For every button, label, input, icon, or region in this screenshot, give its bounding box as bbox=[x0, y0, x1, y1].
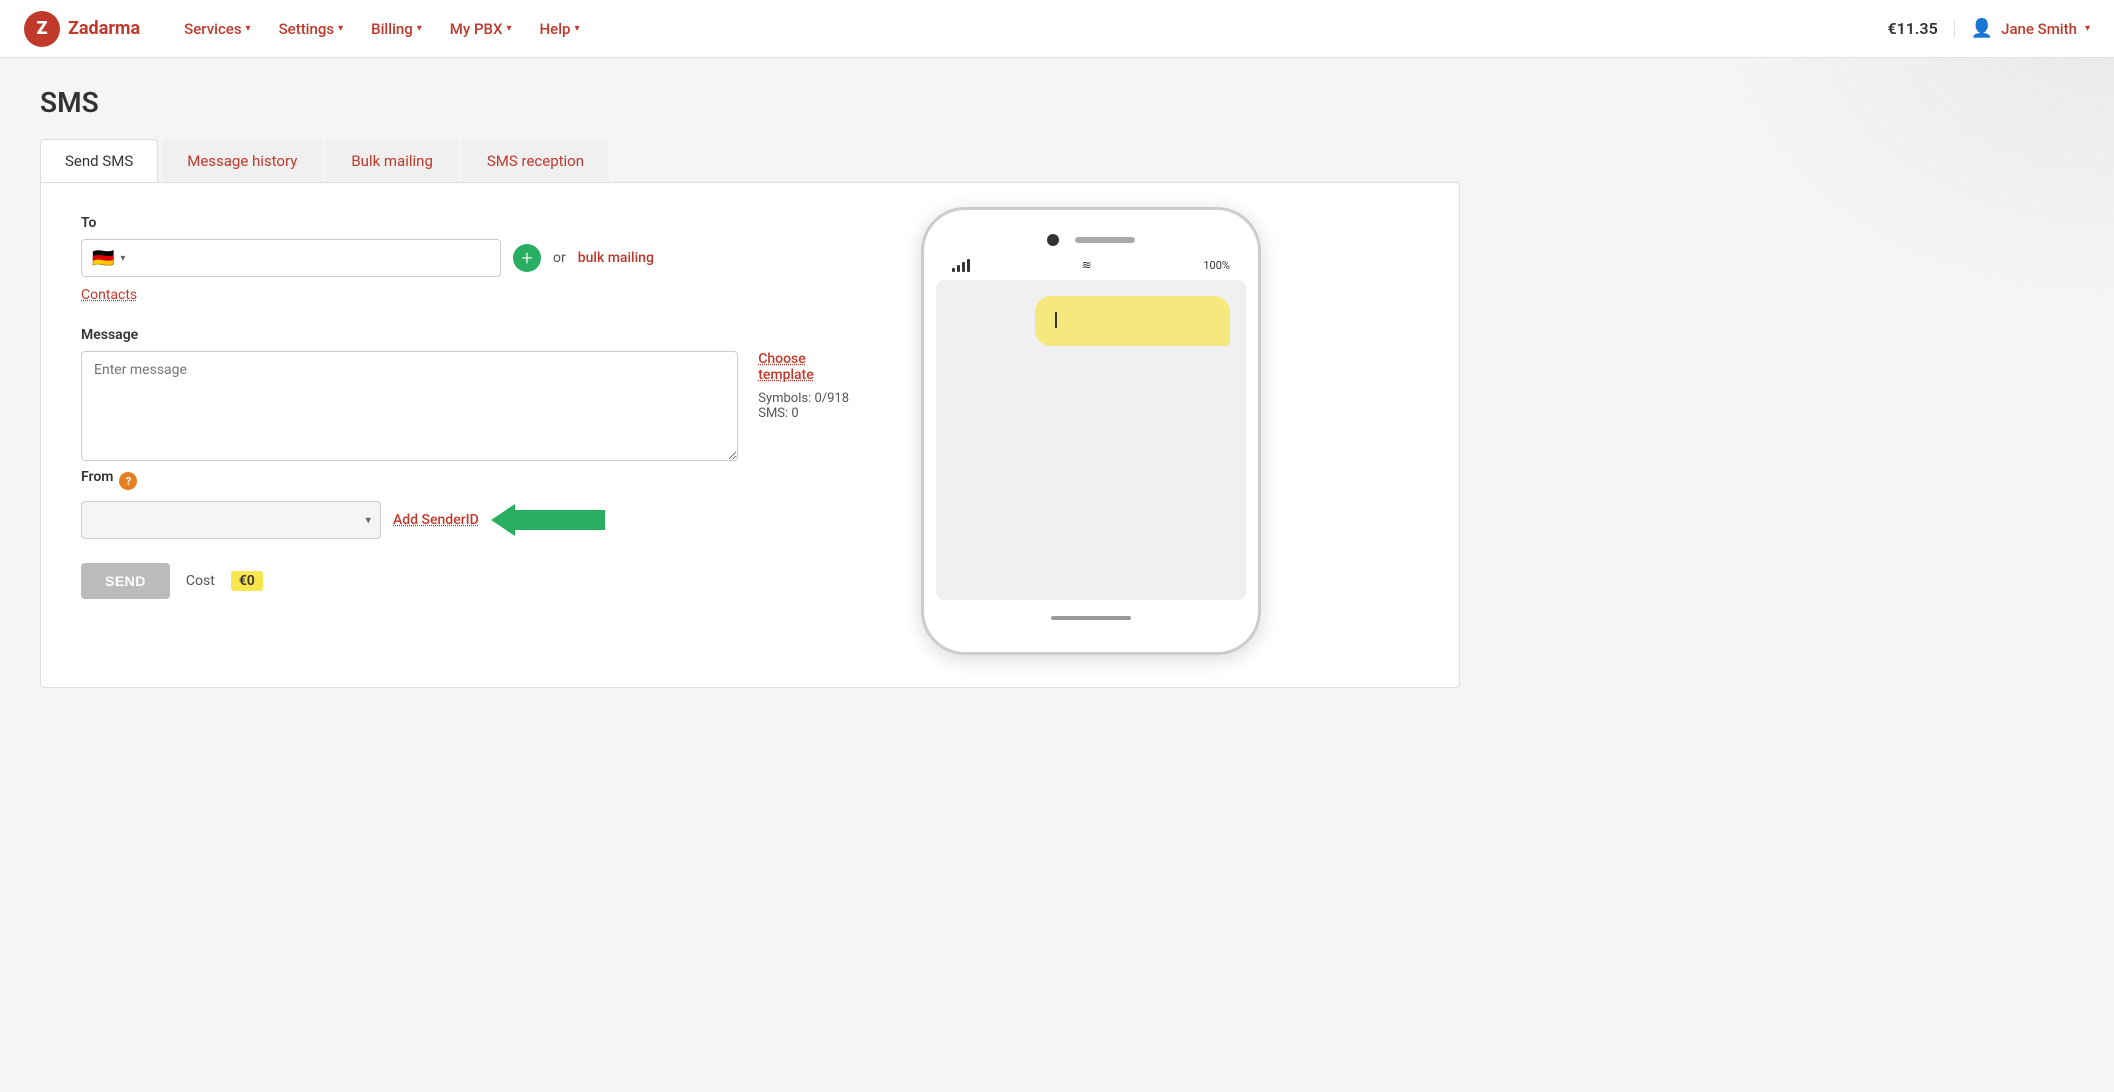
phone-top bbox=[936, 234, 1246, 246]
from-label-row: From ? bbox=[81, 469, 861, 493]
logo-text: Zadarma bbox=[68, 18, 140, 39]
user-menu[interactable]: 👤 Jane Smith ▾ bbox=[1971, 18, 2090, 39]
navbar-right: €11.35 👤 Jane Smith ▾ bbox=[1887, 18, 2090, 39]
to-field-row: 🇩🇪 ▾ + or bulk mailing bbox=[81, 239, 861, 277]
phone-bottom bbox=[936, 600, 1246, 628]
nav-help[interactable]: Help ▾ bbox=[528, 14, 592, 44]
nav-mypbx[interactable]: My PBX ▾ bbox=[438, 14, 524, 44]
home-indicator bbox=[1051, 616, 1131, 620]
phone-screen bbox=[936, 280, 1246, 600]
add-recipient-button[interactable]: + bbox=[513, 244, 541, 272]
balance-display: €11.35 bbox=[1887, 19, 1954, 38]
logo-letter: Z bbox=[37, 18, 48, 39]
page-content: SMS Send SMS Message history Bulk mailin… bbox=[0, 58, 1500, 716]
from-select-wrapper: ▾ bbox=[81, 501, 381, 539]
message-meta: Choose template Symbols: 0/918 SMS: 0 bbox=[758, 351, 861, 421]
battery-indicator: 100% bbox=[1203, 259, 1230, 272]
logo-circle: Z bbox=[24, 11, 60, 47]
send-button[interactable]: SEND bbox=[81, 563, 170, 599]
chevron-down-icon: ▾ bbox=[246, 23, 251, 34]
chevron-down-icon: ▾ bbox=[338, 23, 343, 34]
chevron-down-icon: ▾ bbox=[2085, 23, 2090, 34]
chevron-down-icon: ▾ bbox=[574, 23, 579, 34]
signal-icon bbox=[952, 259, 970, 272]
arrow-body bbox=[515, 510, 605, 530]
cost-label: Cost bbox=[186, 573, 215, 589]
arrow-indicator bbox=[491, 504, 605, 536]
chevron-down-icon: ▾ bbox=[507, 23, 512, 34]
phone-status-bar: ≋ 100% bbox=[936, 258, 1246, 280]
message-textarea[interactable] bbox=[81, 351, 738, 461]
from-help-icon[interactable]: ? bbox=[119, 472, 137, 490]
to-label: To bbox=[81, 215, 861, 231]
nav-services[interactable]: Services ▾ bbox=[172, 14, 262, 44]
flag-chevron-icon[interactable]: ▾ bbox=[120, 253, 125, 264]
tab-bulk-mailing[interactable]: Bulk mailing bbox=[326, 139, 458, 182]
to-input-wrapper[interactable]: 🇩🇪 ▾ bbox=[81, 239, 501, 277]
chevron-down-icon: ▾ bbox=[417, 23, 422, 34]
symbols-count: Symbols: 0/918 bbox=[758, 391, 861, 406]
cost-value: €0 bbox=[231, 571, 263, 591]
logo-link[interactable]: Z Zadarma bbox=[24, 11, 140, 47]
speaker-icon bbox=[1075, 237, 1135, 243]
nav-links: Services ▾ Settings ▾ Billing ▾ My PBX ▾… bbox=[172, 14, 1887, 44]
user-name: Jane Smith bbox=[2001, 20, 2077, 38]
user-icon: 👤 bbox=[1971, 18, 1993, 39]
sms-count: SMS: 0 bbox=[758, 406, 861, 421]
tab-sms-reception[interactable]: SMS reception bbox=[462, 139, 609, 182]
tabs-container: Send SMS Message history Bulk mailing SM… bbox=[40, 139, 1460, 183]
page-title: SMS bbox=[40, 86, 1460, 119]
content-panel: To 🇩🇪 ▾ + or bulk mailing Contacts Messa… bbox=[40, 183, 1460, 688]
arrow-head-icon bbox=[491, 504, 515, 536]
camera-icon bbox=[1047, 234, 1059, 246]
message-label: Message bbox=[81, 327, 861, 343]
contacts-link[interactable]: Contacts bbox=[81, 287, 137, 303]
wifi-icon: ≋ bbox=[1082, 258, 1092, 272]
from-row: ▾ Add SenderID bbox=[81, 501, 861, 539]
navbar: Z Zadarma Services ▾ Settings ▾ Billing … bbox=[0, 0, 2114, 58]
phone-mockup: ≋ 100% bbox=[921, 207, 1261, 655]
flag-icon: 🇩🇪 bbox=[92, 248, 114, 269]
cursor-icon bbox=[1055, 312, 1057, 328]
message-row: Choose template Symbols: 0/918 SMS: 0 bbox=[81, 351, 861, 461]
bulk-mailing-link[interactable]: bulk mailing bbox=[578, 250, 654, 266]
tab-message-history[interactable]: Message history bbox=[162, 139, 322, 182]
nav-billing[interactable]: Billing ▾ bbox=[359, 14, 434, 44]
nav-settings[interactable]: Settings ▾ bbox=[267, 14, 356, 44]
send-row: SEND Cost €0 bbox=[81, 563, 861, 599]
add-senderid-link[interactable]: Add SenderID bbox=[393, 512, 479, 528]
choose-template-link[interactable]: Choose template bbox=[758, 351, 861, 383]
or-text: or bbox=[553, 250, 566, 266]
sms-preview-bubble bbox=[1035, 296, 1230, 346]
tab-send-sms[interactable]: Send SMS bbox=[40, 139, 158, 182]
from-select[interactable] bbox=[81, 501, 381, 539]
form-section: To 🇩🇪 ▾ + or bulk mailing Contacts Messa… bbox=[81, 215, 861, 655]
from-label: From bbox=[81, 469, 113, 485]
to-number-input[interactable] bbox=[131, 250, 490, 266]
